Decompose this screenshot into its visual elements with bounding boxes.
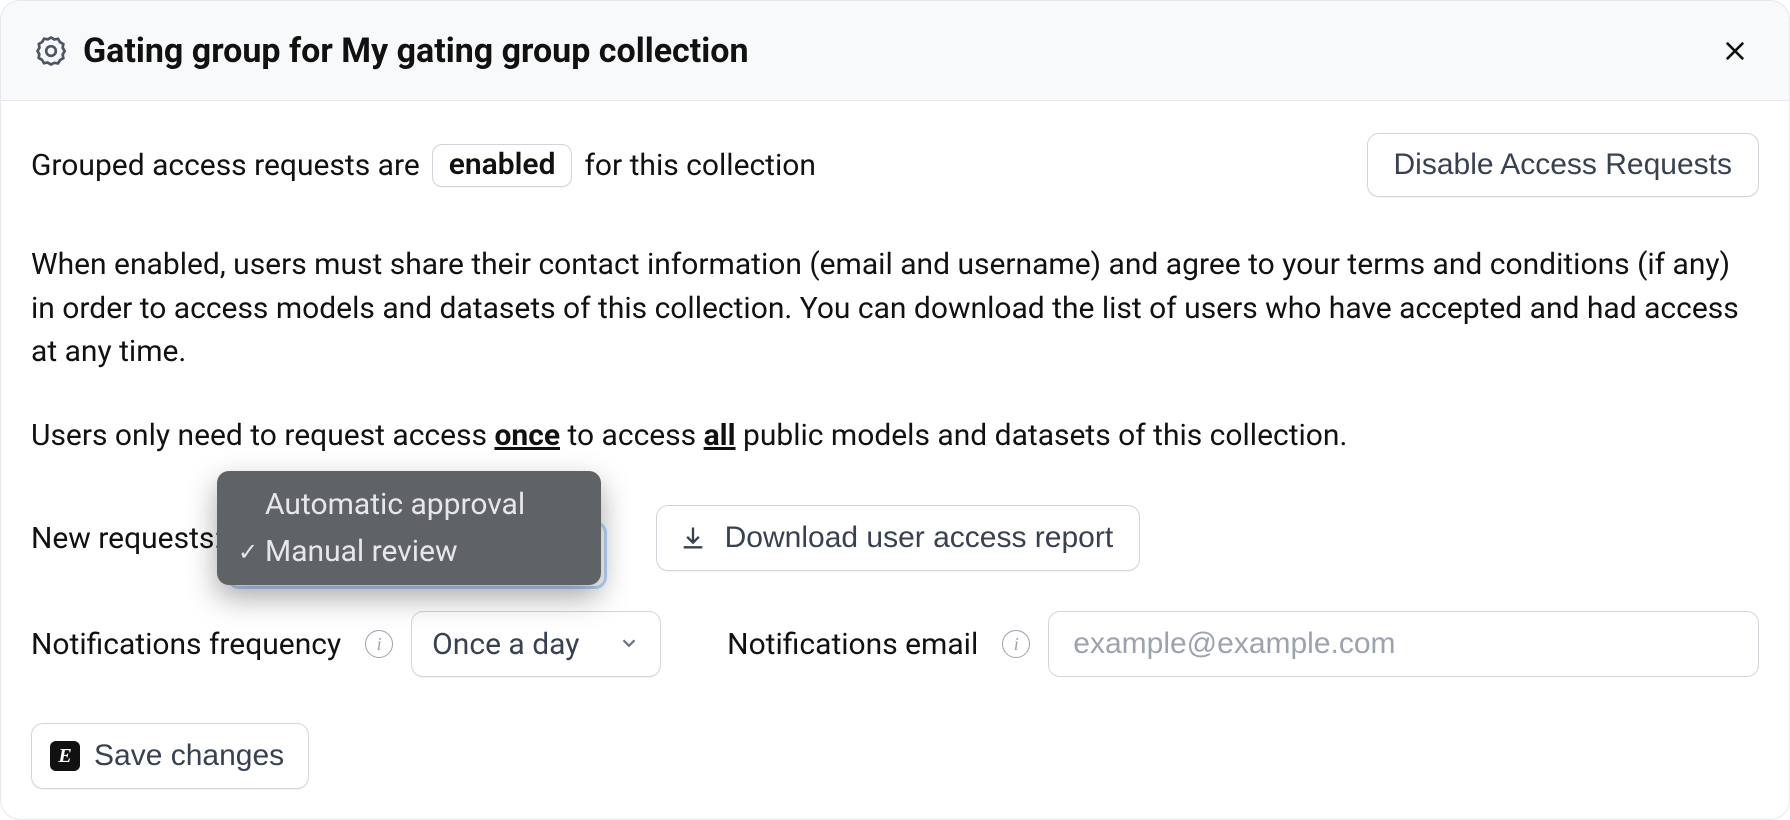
close-icon [1721,37,1749,65]
save-icon: E [50,741,80,771]
close-button[interactable] [1713,29,1757,73]
status-row: Grouped access requests are enabled for … [31,133,1759,197]
notifications-frequency-select[interactable]: Once a day [411,611,661,677]
status-suffix: for this collection [584,148,816,183]
gating-group-modal: Gating group for My gating group collect… [0,0,1790,820]
dropdown-option-manual-review[interactable]: Manual review [217,528,601,575]
dropdown-option-automatic-approval[interactable]: Automatic approval [217,481,601,528]
gating-icon [33,33,69,69]
status-badge: enabled [432,144,573,187]
emphasis-once: once [494,418,560,453]
notifications-frequency-label: Notifications frequency [31,627,341,662]
info-icon[interactable]: i [365,630,393,658]
notifications-email-label: Notifications email [727,627,978,662]
info-icon[interactable]: i [1002,630,1030,658]
new-requests-dropdown: Automatic approval Manual review [217,471,601,585]
notifications-email-group: Notifications email i [727,611,1759,677]
notifications-frequency-value: Once a day [432,627,579,662]
download-button-label: Download user access report [725,521,1114,555]
modal-body: Grouped access requests are enabled for … [1,101,1789,819]
description-paragraph-1: When enabled, users must share their con… [31,243,1759,374]
check-icon [235,538,261,566]
save-changes-button[interactable]: E Save changes [31,723,309,789]
save-button-label: Save changes [94,739,284,773]
download-user-access-report-button[interactable]: Download user access report [656,505,1141,571]
download-icon [679,524,707,552]
notifications-email-field-wrap [1048,611,1759,677]
status-prefix: Grouped access requests are [31,148,420,183]
emphasis-all: all [704,418,736,453]
description-paragraph-2: Users only need to request access once t… [31,414,1759,458]
notifications-row: Notifications frequency i Once a day Not… [31,611,1759,677]
notifications-email-input[interactable] [1073,627,1734,661]
disable-access-requests-button[interactable]: Disable Access Requests [1367,133,1760,197]
chevron-down-icon [618,627,640,662]
modal-header: Gating group for My gating group collect… [1,1,1789,101]
new-requests-label: New requests: [31,521,222,556]
modal-title: Gating group for My gating group collect… [83,31,1713,71]
